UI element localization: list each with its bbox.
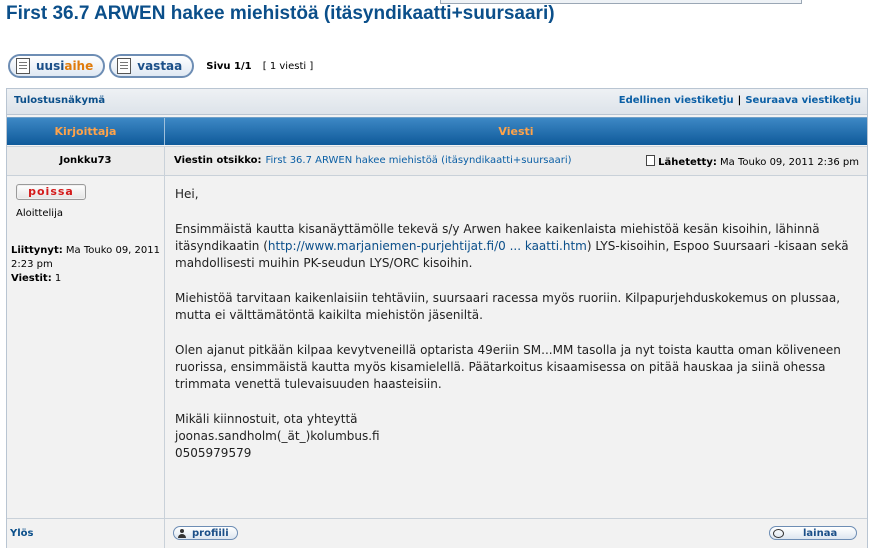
footer-divider (164, 519, 165, 548)
online-status-badge: poissa (16, 184, 86, 200)
profile-button[interactable]: profiili (173, 526, 238, 540)
message-column-header: Viesti (498, 125, 534, 138)
topic-title[interactable]: First 36.7 ARWEN hakee miehistöä (itäsyn… (6, 3, 555, 25)
posts-label: Viestit: (11, 273, 52, 284)
posted-label: Lähetetty: (658, 157, 717, 168)
posts-value: 1 (54, 273, 62, 284)
topic-nav-links: Edellinen viestiketju | Seuraava viestiket… (619, 95, 861, 106)
post-message: Hei, Ensimmäistä kautta kisanäyttämölle … (175, 186, 855, 480)
back-to-top-link[interactable]: Ylös (10, 528, 34, 539)
document-icon (117, 58, 132, 74)
posted-date: Ma Touko 09, 2011 2:36 pm (720, 157, 859, 168)
action-toolbar: uusiaihe vastaa Sivu 1/1 [ 1 viesti ] (8, 52, 313, 80)
message-paragraph-1: Ensimmäistä kautta kisanäyttämölle tekev… (175, 222, 849, 270)
post-date: Lähetetty: Ma Touko 09, 2011 2:36 pm (646, 155, 859, 168)
user-rank: Aloittelija (16, 208, 63, 219)
author-column-header: Kirjoittaja (7, 118, 165, 145)
profile-label: profiili (192, 527, 229, 539)
quote-button[interactable]: lainaa (769, 526, 857, 540)
reply-label: vastaa (137, 59, 183, 73)
subject-label: Viestin otsikko: (174, 155, 262, 166)
next-topic-link[interactable]: Seuraava viestiketju (745, 95, 861, 106)
page-label: Sivu 1/1 (206, 60, 252, 72)
topic-nav-row: Tulostusnäkymä Edellinen viestiketju | Seu… (7, 89, 867, 115)
nav-separator: | (737, 95, 742, 106)
post-footer-row: Ylös profiili lainaa (7, 518, 867, 548)
speech-bubble-icon (773, 528, 784, 538)
topic-table: Tulostusnäkymä Edellinen viestiketju | Seu… (6, 88, 868, 548)
post-subject: Viestin otsikko: First 36.7 ARWEN hakee m… (174, 155, 572, 166)
document-icon (16, 58, 30, 74)
user-icon (177, 528, 187, 538)
reply-button[interactable]: vastaa (109, 54, 195, 78)
subject-link[interactable]: First 36.7 ARWEN hakee miehistöä (itäsyn… (265, 155, 571, 166)
new-topic-button[interactable]: uusiaihe (8, 54, 106, 78)
prev-topic-link[interactable]: Edellinen viestiketju (619, 95, 734, 106)
author-profile-column: poissa Aloittelija Liittynyt: Ma Touko 0… (7, 176, 165, 518)
post-body-row: poissa Aloittelija Liittynyt: Ma Touko 0… (7, 176, 867, 518)
message-greeting: Hei, (175, 187, 199, 201)
quote-label: lainaa (803, 527, 838, 539)
post-author: Jonkku73 (7, 147, 165, 175)
post-page-icon (646, 155, 656, 166)
message-paragraph-2: Miehistöä tarvitaan kaikenlaisiin tehtäv… (175, 291, 841, 322)
joined-label: Liittynyt: (11, 245, 63, 256)
post-meta-row: Jonkku73 Viestin otsikko: First 36.7 ARWE… (7, 146, 867, 176)
syndicate-link[interactable]: http://www.marjaniemen-purjehtijat.fi/0 … (268, 239, 587, 253)
pagination-info: Sivu 1/1 [ 1 viesti ] (206, 61, 313, 72)
message-contact: Mikäli kiinnostuit, ota yhteyttä joonas.… (175, 412, 380, 460)
print-view-link[interactable]: Tulostusnäkymä (14, 95, 105, 106)
new-topic-label: uusiaihe (36, 59, 94, 73)
post-count: [ 1 viesti ] (262, 60, 314, 72)
column-header-row: Kirjoittaja Viesti (7, 117, 867, 145)
user-info: Liittynyt: Ma Touko 09, 2011 2:23 pm Vie… (11, 244, 164, 286)
message-paragraph-3: Olen ajanut pitkään kilpaa kevytveneillä… (175, 343, 841, 391)
